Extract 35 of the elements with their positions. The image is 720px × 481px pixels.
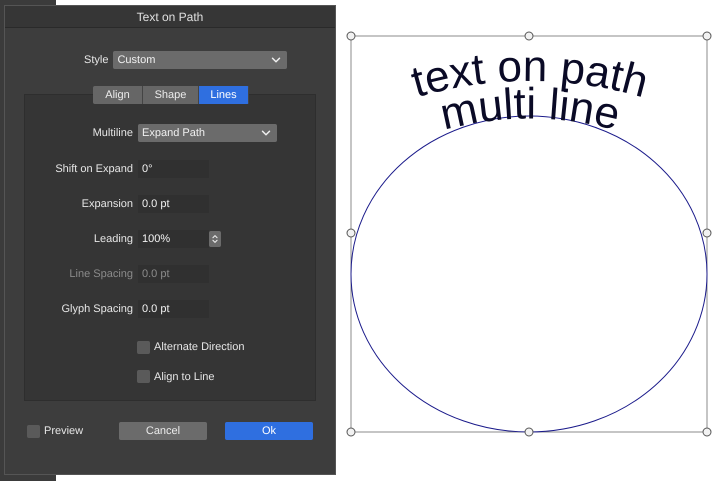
tab[interactable]: Shape (143, 86, 199, 104)
cancel-button[interactable]: Cancel (119, 422, 207, 440)
stepper-button[interactable] (209, 231, 221, 247)
input-field[interactable]: 100% (138, 230, 209, 248)
selection-handle[interactable] (702, 32, 712, 40)
selection-handle[interactable] (524, 32, 534, 40)
selection-handle[interactable] (346, 228, 356, 238)
checkbox[interactable] (137, 340, 150, 354)
tab[interactable]: Lines (199, 86, 249, 104)
input-field[interactable]: 0° (138, 160, 209, 178)
field-label: Line Spacing (68, 266, 134, 282)
field-label: Glyph Spacing (60, 302, 134, 317)
dialog-title: Text on Path (136, 8, 204, 26)
selection-handle[interactable] (702, 228, 712, 238)
field-label: Multiline (92, 126, 134, 141)
field-label: Shift on Expand (54, 162, 134, 177)
field-label: Style (84, 52, 108, 68)
tab[interactable]: Align (93, 86, 143, 104)
checkbox[interactable] (137, 370, 150, 384)
up-down-icon (210, 234, 220, 244)
multiline-dropdown[interactable]: Expand Path (138, 124, 277, 142)
ok-button[interactable]: Ok (225, 422, 313, 440)
input-field[interactable]: 0.0 pt (138, 195, 209, 213)
checkbox-label: Alternate Direction (154, 340, 244, 355)
selection-handle[interactable] (702, 428, 712, 436)
field-label: Expansion (80, 196, 134, 212)
style-dropdown[interactable]: Custom (113, 51, 288, 69)
selection-handle[interactable] (524, 428, 534, 436)
checkbox[interactable] (27, 424, 40, 438)
selection-handle[interactable] (346, 428, 356, 436)
checkbox-label: Align to Line (154, 370, 215, 384)
field-label: Leading (92, 232, 134, 247)
checkbox-label: Preview (44, 424, 84, 439)
selection-handle[interactable] (346, 32, 356, 40)
input-field[interactable]: 0.0 pt (138, 300, 209, 318)
